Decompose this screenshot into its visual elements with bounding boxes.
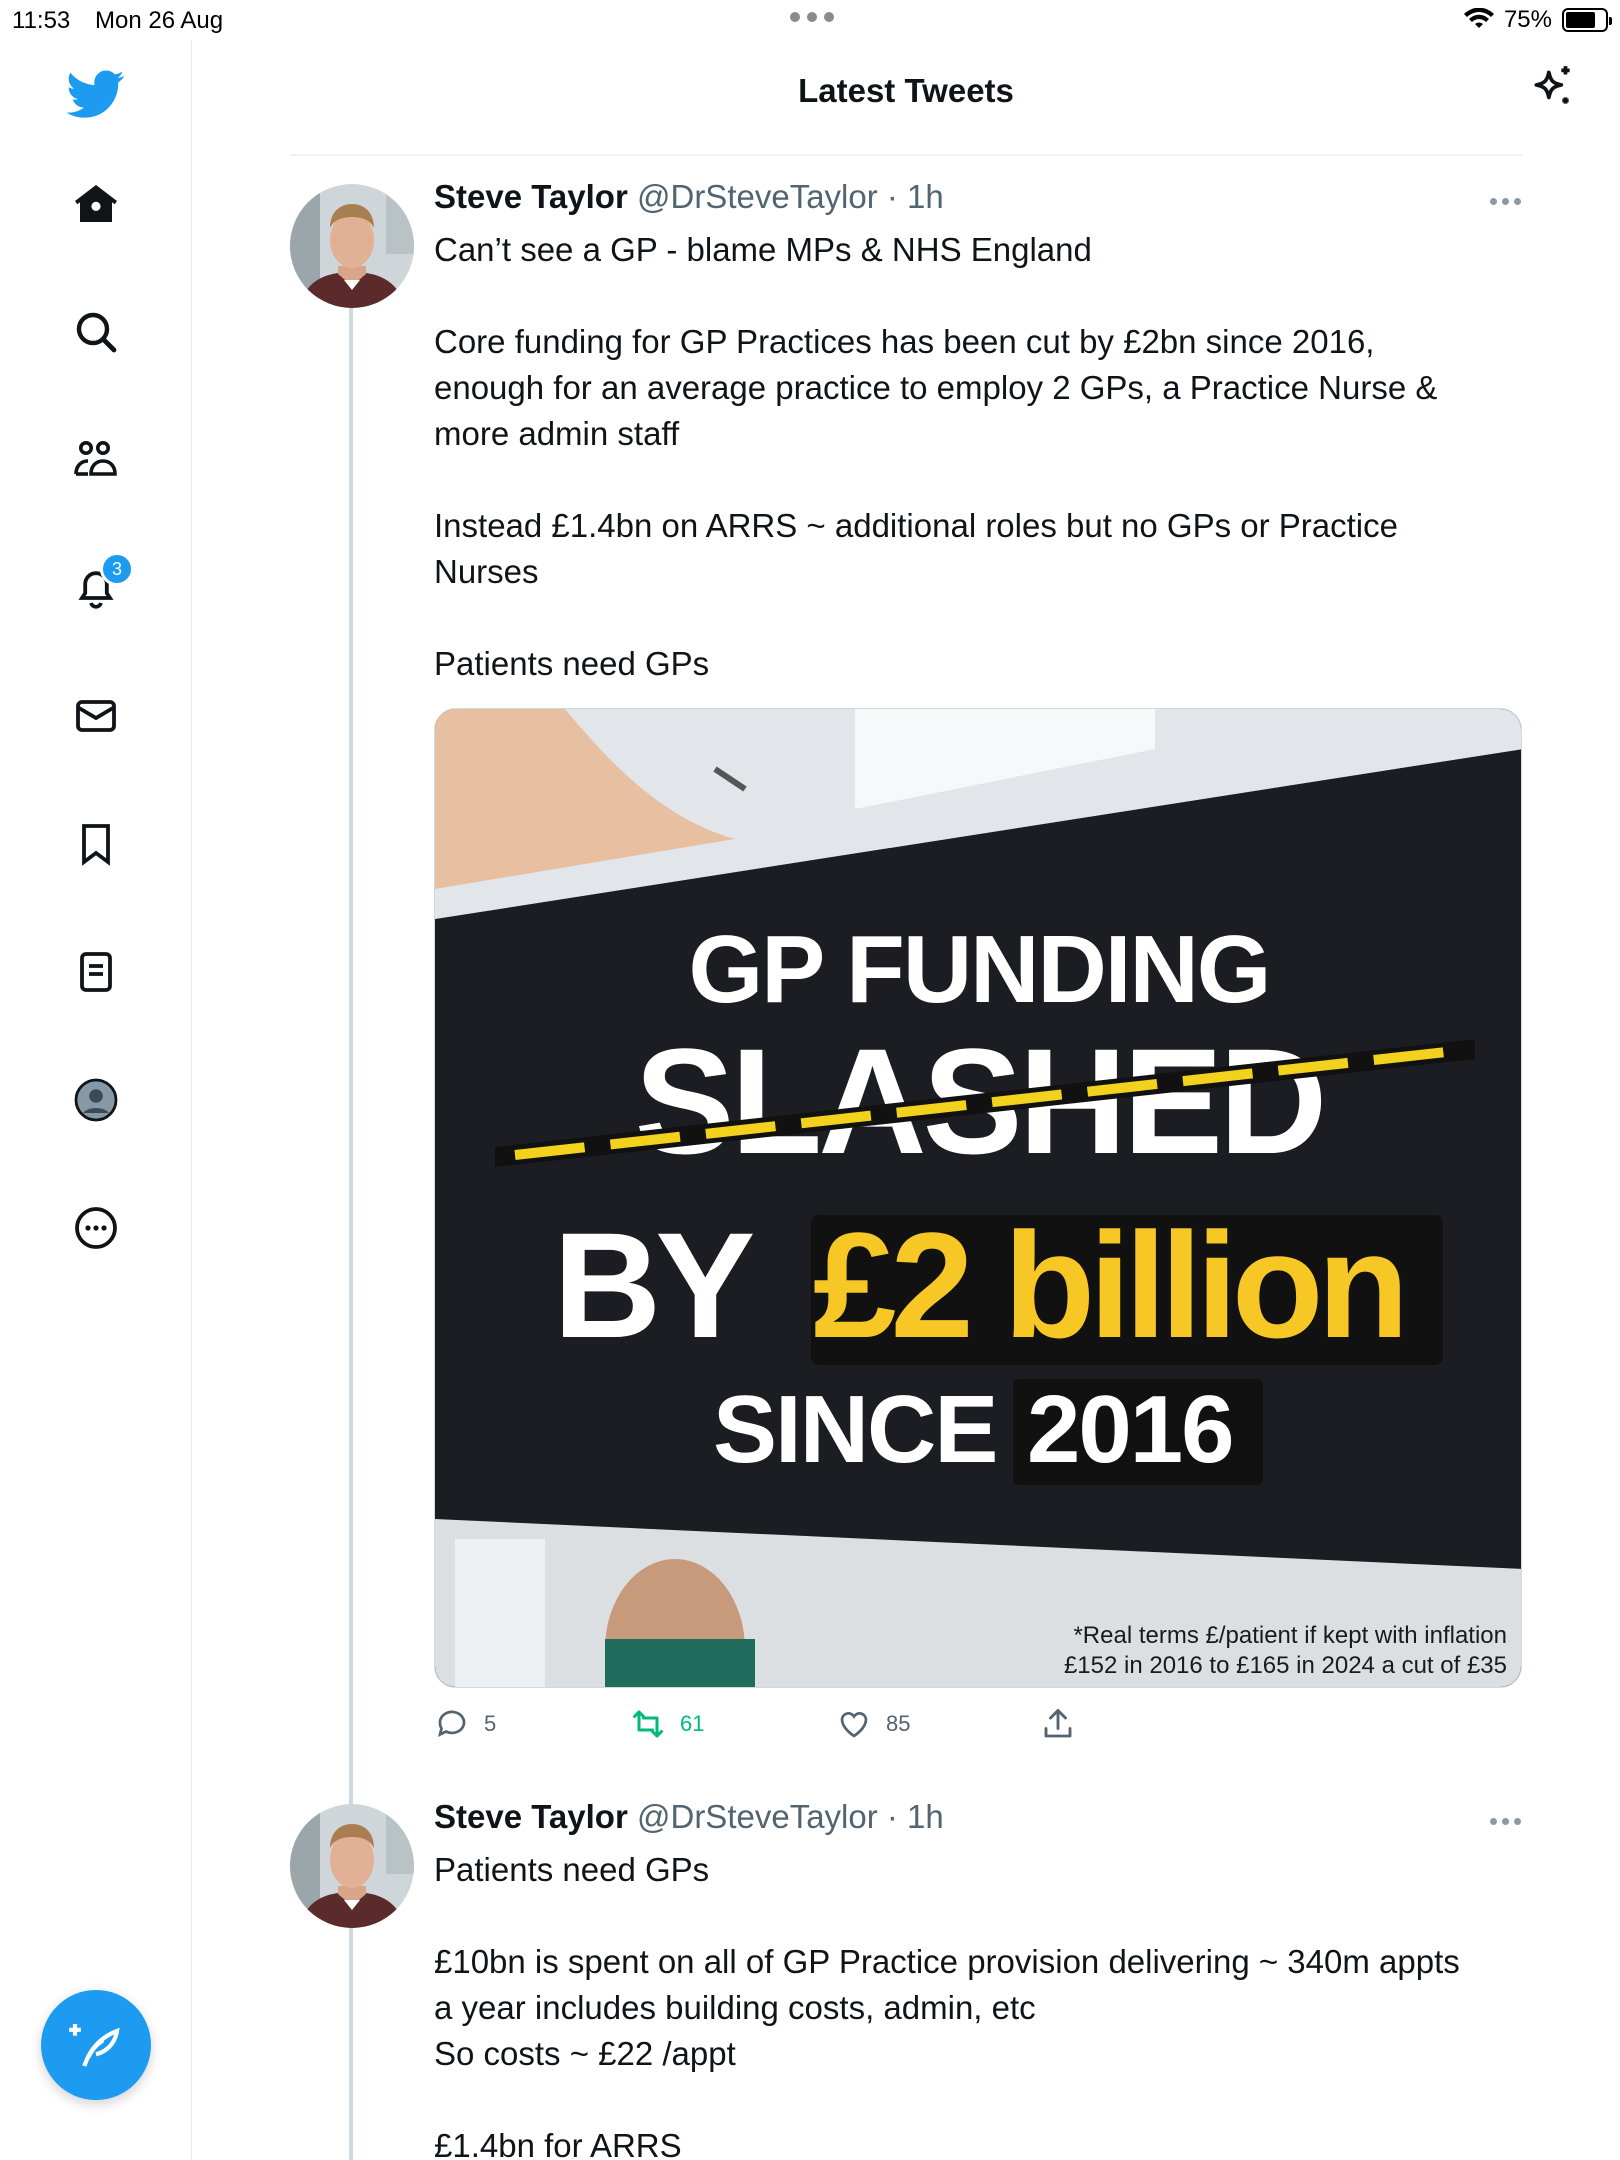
heart-icon (840, 1711, 868, 1738)
retweet-icon (633, 1710, 663, 1738)
tweet-text: Can’t see a GP - blame MPs & NHS England… (434, 227, 1524, 687)
multitasking-dots-icon[interactable] (790, 12, 834, 22)
tweet-actions: 5 61 85 (434, 1706, 1134, 1746)
tweet-text-line: So costs ~ £22 /appt (434, 2035, 736, 2072)
tweet-time: · 1h (886, 1798, 944, 1835)
tweet-text-line: more admin staff (434, 415, 680, 452)
status-time: 11:53 (12, 7, 71, 34)
battery-icon (1562, 8, 1612, 32)
tweet-text-line: £10bn is spent on all of GP Practice pro… (434, 1943, 1460, 1980)
reply-icon (437, 1710, 466, 1738)
compose-tweet-button[interactable] (41, 1990, 151, 2100)
tweet-text-line (434, 273, 1524, 319)
tweet-more-icon[interactable] (1490, 198, 1521, 205)
retweet-button[interactable]: 61 (630, 1706, 704, 1742)
tweet-text-line (434, 595, 1524, 641)
tweet-header: Steve Taylor @DrSteveTaylor · 1h (434, 1798, 944, 1836)
battery-percent: 75% (1503, 6, 1552, 33)
wifi-icon (1463, 8, 1494, 28)
lists-icon[interactable] (70, 946, 122, 998)
avatar[interactable] (290, 1804, 414, 1928)
retweet-count: 61 (680, 1711, 705, 1736)
media-headline-4b: 2016 (1027, 1376, 1235, 1483)
tweet-text-line: enough for an average practice to employ… (434, 369, 1438, 406)
media-headline-3b: £2 billion (813, 1201, 1409, 1369)
avatar[interactable] (290, 184, 414, 308)
author-handle[interactable]: @DrSteveTaylor (637, 1798, 878, 1835)
media-headline-3a: BY (553, 1201, 755, 1369)
tweet-text-line: £1.4bn for ARRS (434, 2127, 682, 2160)
reply-count: 5 (484, 1711, 497, 1736)
author-name[interactable]: Steve Taylor (434, 1798, 628, 1835)
tweet-text-line: Core funding for GP Practices has been c… (434, 323, 1375, 360)
more-options-icon[interactable] (70, 1202, 122, 1254)
tweet-text-line: Patients need GPs (434, 1851, 710, 1888)
tweet-text-line (434, 1893, 1524, 1939)
profile-icon[interactable] (70, 1074, 122, 1126)
page-title: Latest Tweets (798, 72, 1014, 109)
tweet-header: Steve Taylor @DrSteveTaylor · 1h (434, 178, 944, 216)
media-headline-1: GP FUNDING (688, 916, 1272, 1023)
bookmarks-icon[interactable] (70, 818, 122, 870)
tweet-text-line: Nurses (434, 553, 539, 590)
share-button[interactable] (1040, 1706, 1076, 1742)
author-handle[interactable]: @DrSteveTaylor (637, 178, 878, 215)
header-divider (290, 154, 1522, 156)
like-button[interactable]: 85 (836, 1706, 910, 1742)
status-date: Mon 26 Aug (95, 7, 224, 34)
notification-badge: 3 (100, 552, 134, 586)
tweet-time: · 1h (886, 178, 944, 215)
sidebar-nav: 3 (0, 40, 192, 2160)
messages-icon[interactable] (70, 690, 122, 742)
tweet-image[interactable]: GP FUNDING SLASHED BY £2 billion SINCE 2… (434, 708, 1522, 1688)
tweet-text: Patients need GPs £10bn is spent on all … (434, 1847, 1524, 2160)
author-name[interactable]: Steve Taylor (434, 178, 628, 215)
media-footnote-line: *Real terms £/patient if kept with infla… (1073, 1622, 1507, 1649)
tweet-text-line: Patients need GPs (434, 645, 710, 682)
tweet-text-line: a year includes building costs, admin, e… (434, 1989, 1036, 2026)
reply-button[interactable]: 5 (434, 1706, 496, 1742)
media-footnote-line: £152 in 2016 to £165 in 2024 a cut of £3… (1063, 1652, 1507, 1679)
media-headline-4a: SINCE (713, 1376, 998, 1483)
search-icon[interactable] (70, 306, 122, 358)
home-icon[interactable] (70, 178, 122, 230)
page-header: Latest Tweets (192, 40, 1620, 155)
twitter-bird-icon[interactable] (64, 62, 128, 126)
share-icon (1044, 1709, 1072, 1738)
tweet-text-line: Instead £1.4bn on ARRS ~ additional role… (434, 507, 1398, 544)
tweet-text-line (434, 457, 1524, 503)
sparkle-icon[interactable] (1528, 62, 1578, 112)
tweet-more-icon[interactable] (1490, 1818, 1521, 1825)
compose-feather-icon (69, 2024, 120, 2067)
communities-icon[interactable] (70, 434, 122, 486)
tweet-text-line: Can’t see a GP - blame MPs & NHS England (434, 231, 1092, 268)
notifications-bell-icon[interactable]: 3 (70, 552, 134, 614)
media-footnote: *Real terms £/patient if kept with infla… (1064, 1621, 1507, 1681)
strikethrough-tape (495, 1039, 1475, 1167)
status-bar: 11:53 Mon 26 Aug 75% (0, 0, 1620, 40)
like-count: 85 (886, 1711, 911, 1736)
tweet-text-line (434, 2077, 1524, 2123)
